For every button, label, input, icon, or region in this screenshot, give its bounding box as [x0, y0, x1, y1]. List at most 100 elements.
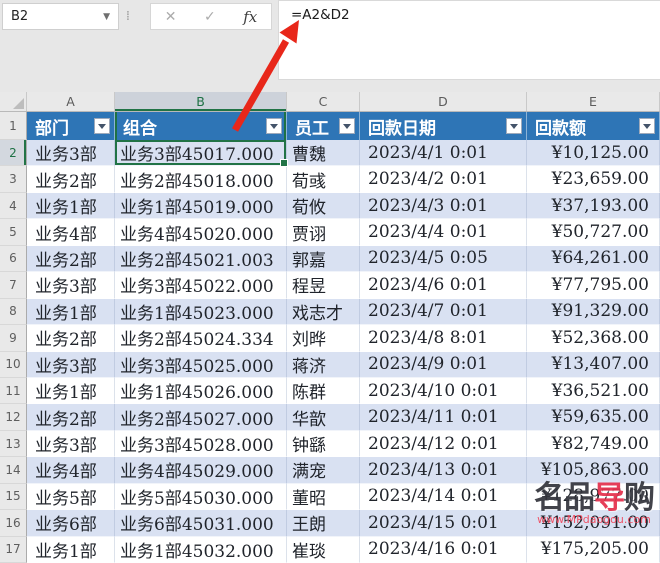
- enter-button[interactable]: ✓: [204, 9, 216, 25]
- cell-combo[interactable]: 业务2部45021.003: [115, 245, 287, 273]
- select-all-corner[interactable]: [0, 92, 27, 111]
- cell-emp[interactable]: 贾诩: [287, 219, 360, 246]
- cell-amount[interactable]: ¥91,329.00: [527, 298, 660, 326]
- cell-date[interactable]: 2023/4/13 0:01: [360, 457, 527, 484]
- cell-emp[interactable]: 满宠: [287, 457, 360, 484]
- header-cell-amount[interactable]: 回款额: [527, 112, 660, 140]
- row-number[interactable]: 2: [0, 140, 27, 167]
- cell-dept[interactable]: 业务2部: [27, 166, 115, 193]
- cell-date[interactable]: 2023/4/12 0:01: [360, 430, 527, 458]
- header-cell-combo[interactable]: 组合: [115, 112, 287, 140]
- cell-amount[interactable]: ¥82,749.00: [527, 430, 660, 458]
- cell-combo[interactable]: 业务3部45028.000: [115, 430, 287, 458]
- formula-bar[interactable]: =A2&D2: [278, 0, 660, 80]
- cell-emp[interactable]: 董昭: [287, 483, 360, 511]
- cell-dept[interactable]: 业务2部: [27, 325, 115, 352]
- cell-amount[interactable]: ¥105,863.00: [527, 457, 660, 484]
- row-number[interactable]: 8: [0, 298, 27, 326]
- cell-emp[interactable]: 蒋济: [287, 351, 360, 378]
- cell-dept[interactable]: 业务3部: [27, 272, 115, 299]
- cell-combo[interactable]: 业务3部45022.000: [115, 272, 287, 299]
- row-number[interactable]: 17: [0, 536, 27, 563]
- cell-dept[interactable]: 业务4部: [27, 219, 115, 246]
- column-header-A[interactable]: A: [27, 92, 115, 111]
- cell-combo[interactable]: 业务5部45030.000: [115, 483, 287, 511]
- cell-emp[interactable]: 程昱: [287, 272, 360, 299]
- cell-amount[interactable]: ¥128,977.00: [527, 483, 660, 511]
- cell-amount[interactable]: ¥64,261.00: [527, 245, 660, 273]
- cell-dept[interactable]: 业务2部: [27, 245, 115, 273]
- cell-amount[interactable]: ¥36,521.00: [527, 377, 660, 405]
- row-number[interactable]: 14: [0, 457, 27, 484]
- column-header-E[interactable]: E: [527, 92, 660, 111]
- cell-emp[interactable]: 崔琰: [287, 536, 360, 563]
- filter-icon[interactable]: [639, 118, 655, 134]
- cell-dept[interactable]: 业务5部: [27, 483, 115, 511]
- cell-date[interactable]: 2023/4/6 0:01: [360, 272, 527, 299]
- header-cell-dept[interactable]: 部门: [27, 112, 115, 140]
- name-box[interactable]: B2 ▼: [2, 3, 119, 30]
- cell-combo[interactable]: 业务6部45031.000: [115, 510, 287, 537]
- cell-amount[interactable]: ¥152,091.00: [527, 510, 660, 537]
- filter-icon[interactable]: [506, 118, 522, 134]
- cell-date[interactable]: 2023/4/8 8:01: [360, 325, 527, 352]
- cell-dept[interactable]: 业务2部: [27, 404, 115, 431]
- cell-combo[interactable]: 业务1部45032.000: [115, 536, 287, 563]
- cell-date[interactable]: 2023/4/11 0:01: [360, 404, 527, 431]
- row-number[interactable]: 1: [0, 112, 27, 140]
- selected-cell-B2[interactable]: 业务3部45017.000: [115, 140, 288, 168]
- filter-icon[interactable]: [266, 118, 282, 134]
- row-number[interactable]: 15: [0, 483, 27, 511]
- cell-date[interactable]: 2023/4/15 0:01: [360, 510, 527, 537]
- cell-dept[interactable]: 业务1部: [27, 298, 115, 326]
- cell-date[interactable]: 2023/4/5 0:05: [360, 245, 527, 273]
- cell-date[interactable]: 2023/4/9 0:01: [360, 351, 527, 378]
- row-number[interactable]: 7: [0, 272, 27, 299]
- row-number[interactable]: 3: [0, 166, 27, 193]
- cell-emp[interactable]: 荀彧: [287, 166, 360, 193]
- cell-emp[interactable]: 王朗: [287, 510, 360, 537]
- row-number[interactable]: 13: [0, 430, 27, 458]
- cell-dept[interactable]: 业务1部: [27, 536, 115, 563]
- cell-date[interactable]: 2023/4/7 0:01: [360, 298, 527, 326]
- cell-combo[interactable]: 业务2部45018.000: [115, 166, 287, 193]
- cell-date[interactable]: 2023/4/4 0:01: [360, 219, 527, 246]
- name-box-dropdown-icon[interactable]: ▼: [103, 12, 110, 22]
- header-cell-date[interactable]: 回款日期: [360, 112, 527, 140]
- row-number[interactable]: 16: [0, 510, 27, 537]
- cell-combo[interactable]: 业务3部45025.000: [115, 351, 287, 378]
- cell-amount[interactable]: ¥52,368.00: [527, 325, 660, 352]
- cell-emp[interactable]: 华歆: [287, 404, 360, 431]
- cell-emp[interactable]: 陈群: [287, 377, 360, 405]
- cell-amount[interactable]: ¥175,205.00: [527, 536, 660, 563]
- cell-combo[interactable]: 业务1部45019.000: [115, 192, 287, 220]
- filter-icon[interactable]: [94, 118, 110, 134]
- row-number[interactable]: 10: [0, 351, 27, 378]
- cell-date[interactable]: 2023/4/3 0:01: [360, 192, 527, 220]
- column-header-C[interactable]: C: [287, 92, 360, 111]
- cell-combo[interactable]: 业务4部45029.000: [115, 457, 287, 484]
- row-number[interactable]: 4: [0, 192, 27, 220]
- column-header-D[interactable]: D: [360, 92, 527, 111]
- cell-date[interactable]: 2023/4/1 0:01: [360, 140, 527, 167]
- row-number[interactable]: 5: [0, 219, 27, 246]
- cell-amount[interactable]: ¥13,407.00: [527, 351, 660, 378]
- cell-amount[interactable]: ¥10,125.00: [527, 140, 660, 167]
- cell-dept[interactable]: 业务4部: [27, 457, 115, 484]
- column-header-B[interactable]: B: [115, 92, 287, 111]
- cell-emp[interactable]: 钟繇: [287, 430, 360, 458]
- cell-dept[interactable]: 业务3部: [27, 351, 115, 378]
- cell-date[interactable]: 2023/4/10 0:01: [360, 377, 527, 405]
- cell-emp[interactable]: 曹魏: [287, 140, 360, 167]
- row-number[interactable]: 12: [0, 404, 27, 431]
- cell-amount[interactable]: ¥59,635.00: [527, 404, 660, 431]
- cell-combo[interactable]: 业务1部45026.000: [115, 377, 287, 405]
- cell-dept[interactable]: 业务6部: [27, 510, 115, 537]
- cell-amount[interactable]: ¥77,795.00: [527, 272, 660, 299]
- row-number[interactable]: 11: [0, 377, 27, 405]
- cancel-button[interactable]: ✕: [165, 9, 177, 25]
- insert-function-button[interactable]: fx: [243, 8, 257, 26]
- cell-emp[interactable]: 荀攸: [287, 192, 360, 220]
- row-number[interactable]: 9: [0, 325, 27, 352]
- cell-dept[interactable]: 业务1部: [27, 192, 115, 220]
